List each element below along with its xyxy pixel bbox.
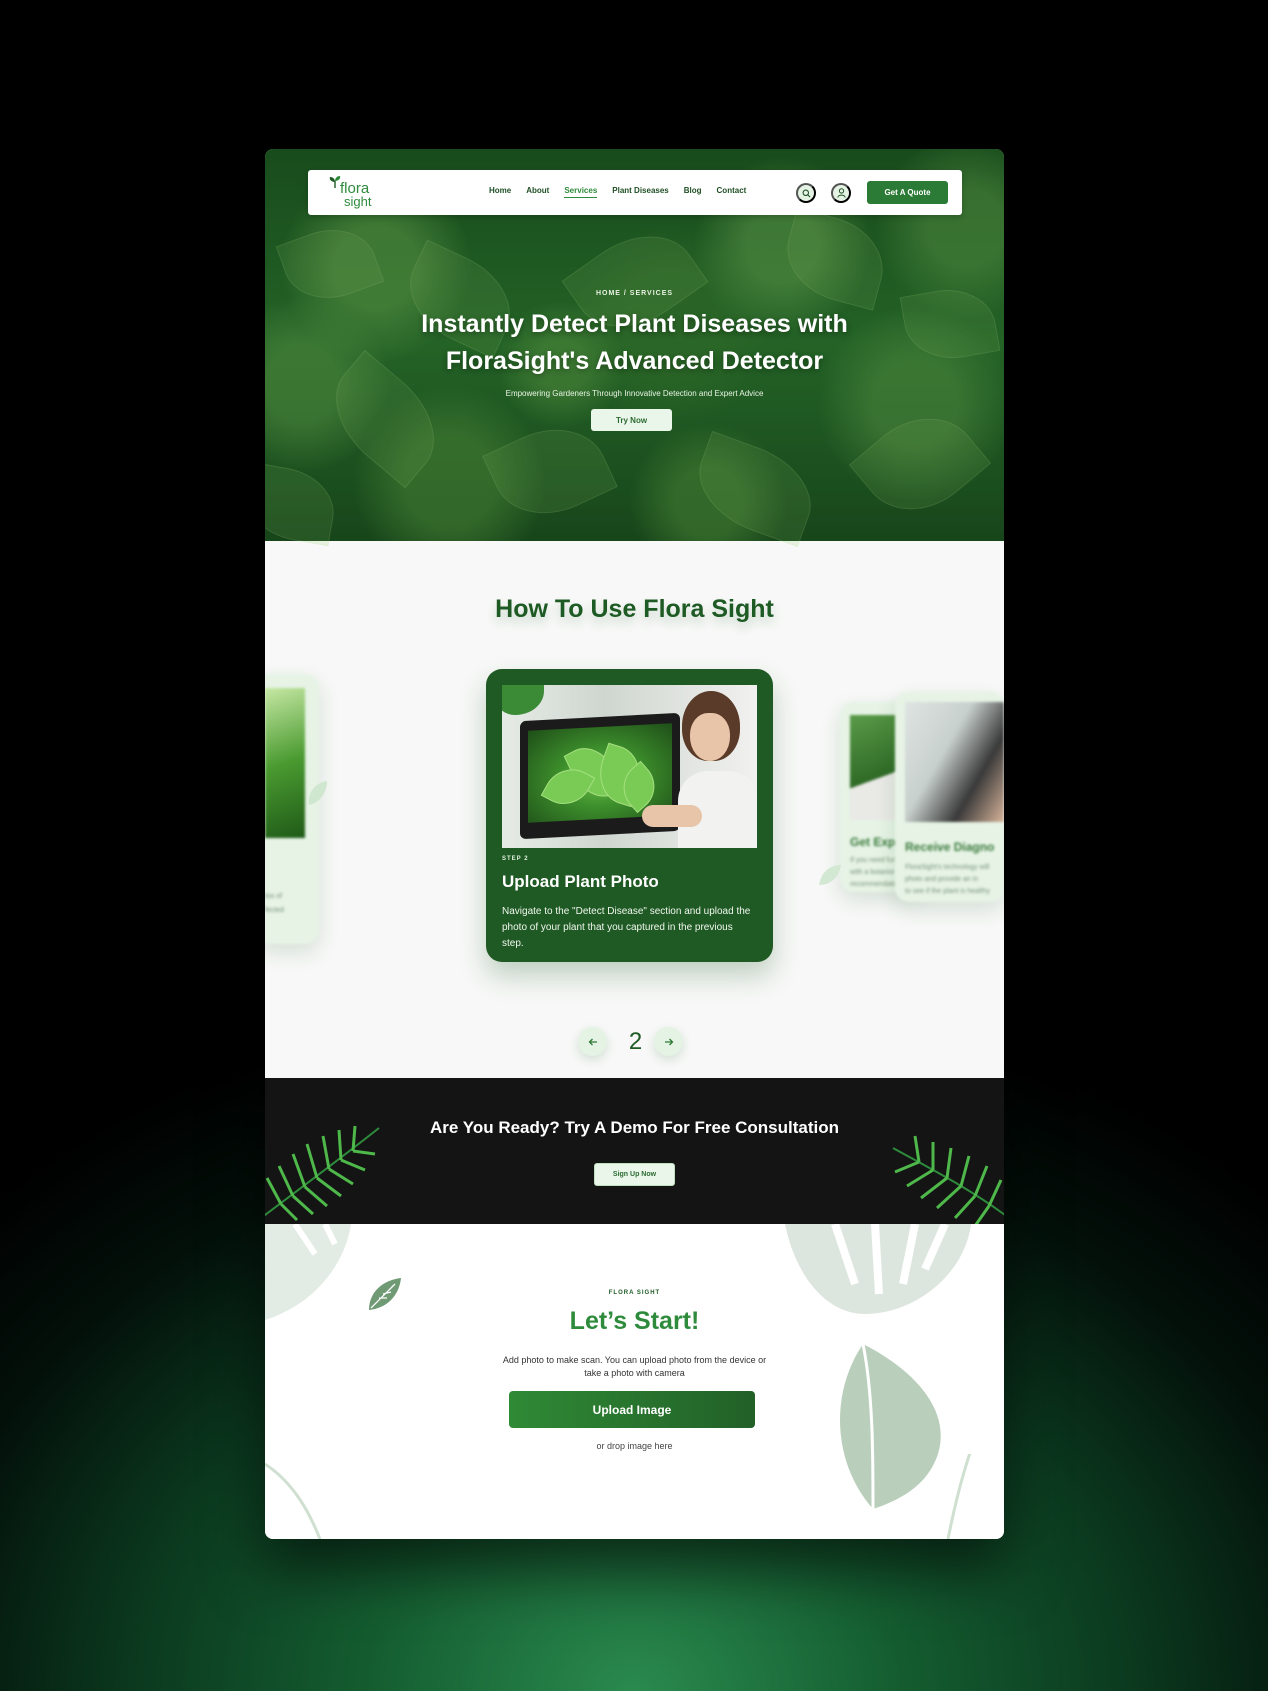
step-label: STEP 2: [502, 856, 529, 862]
nav-link-home[interactable]: Home: [489, 186, 511, 198]
nav-link-contact[interactable]: Contact: [717, 186, 747, 198]
get-a-quote-button[interactable]: Get A Quote: [867, 181, 948, 204]
navbar: flora sight Home About Services Plant Di…: [308, 170, 962, 215]
cta-title: Are You Ready? Try A Demo For Free Consu…: [429, 1118, 839, 1137]
step-card-next-b[interactable]: Receive Diagno FloraSight's technology w…: [895, 692, 1004, 902]
step-card-next-b-desc-3: to see if the plant is healthy: [905, 888, 990, 895]
sign-up-now-button[interactable]: Sign Up Now: [594, 1163, 675, 1186]
hero-subtitle: Empowering Gardeners Through Innovative …: [505, 389, 764, 398]
start-eyebrow: FLORA SIGHT: [608, 1290, 661, 1296]
leaf-decoration-icon: [819, 865, 841, 885]
hero-title: Instantly Detect Plant Diseases with Flo…: [421, 310, 848, 375]
drop-zone-text[interactable]: or drop image here: [265, 1441, 1004, 1451]
howto-title: How To Use Flora Sight: [495, 595, 774, 623]
nav-link-services[interactable]: Services: [564, 186, 598, 198]
upload-image-button[interactable]: Upload Image: [509, 1391, 755, 1428]
step-card-image: [502, 685, 757, 848]
breadcrumb: HOME / SERVICES: [595, 290, 674, 297]
carousel-pager: 2: [578, 1027, 693, 1057]
try-now-button[interactable]: Try Now: [591, 409, 672, 431]
leaf-decoration-icon: [308, 781, 327, 805]
hero-section: flora sight Home About Services Plant Di…: [265, 149, 1004, 548]
nav-link-about[interactable]: About: [526, 186, 549, 198]
step-card-previous[interactable]: tos of fected: [265, 674, 319, 944]
upload-section: FLORA SIGHT Let’s Start! Add photo to ma…: [265, 1224, 1004, 1539]
step-card-previous-desc-1: tos of: [265, 893, 283, 900]
logo[interactable]: flora sight: [328, 176, 372, 210]
cta-banner: Are You Ready? Try A Demo For Free Consu…: [265, 1078, 1004, 1224]
logo-text-line2: sight: [344, 194, 372, 209]
line-decoration-icon: [265, 1454, 972, 1539]
step-card-next-a-desc-1: If you need furt: [850, 857, 897, 864]
nav-link-plant-diseases[interactable]: Plant Diseases: [612, 186, 668, 198]
step-card-next-b-title: Receive Diagno: [905, 840, 995, 854]
monstera-leaf-decoration-icon: [785, 1224, 971, 1314]
step-card-next-b-desc-1: FloraSight's technology will: [905, 864, 990, 871]
step-card-next-a-image: [850, 715, 898, 820]
step-card-next-a-desc-2: with a botanist: [850, 869, 895, 876]
start-description: Add photo to make scan. You can upload p…: [502, 1355, 767, 1378]
step-card-next-b-image: [905, 702, 1004, 822]
nav-link-blog[interactable]: Blog: [684, 186, 702, 198]
arrow-left-icon[interactable]: [578, 1027, 607, 1056]
step-title: Upload Plant Photo: [502, 872, 659, 891]
step-card-previous-desc-2: fected: [265, 907, 285, 914]
user-icon[interactable]: [831, 183, 851, 203]
step-card-next-b-desc-2: photo and provide an in: [905, 876, 979, 883]
step-card-previous-image: [265, 688, 305, 838]
start-title: Let’s Start!: [569, 1307, 700, 1335]
step-description: Navigate to the "Detect Disease" section…: [502, 906, 751, 949]
arrow-right-icon[interactable]: [654, 1027, 683, 1056]
nav-links: Home About Services Plant Diseases Blog …: [489, 186, 761, 198]
page-frame: flora sight Home About Services Plant Di…: [265, 149, 1004, 1539]
step-card-active[interactable]: STEP 2 Upload Plant Photo Navigate to th…: [486, 669, 773, 962]
search-icon[interactable]: [796, 183, 816, 203]
pager-number: 2: [628, 1028, 643, 1055]
